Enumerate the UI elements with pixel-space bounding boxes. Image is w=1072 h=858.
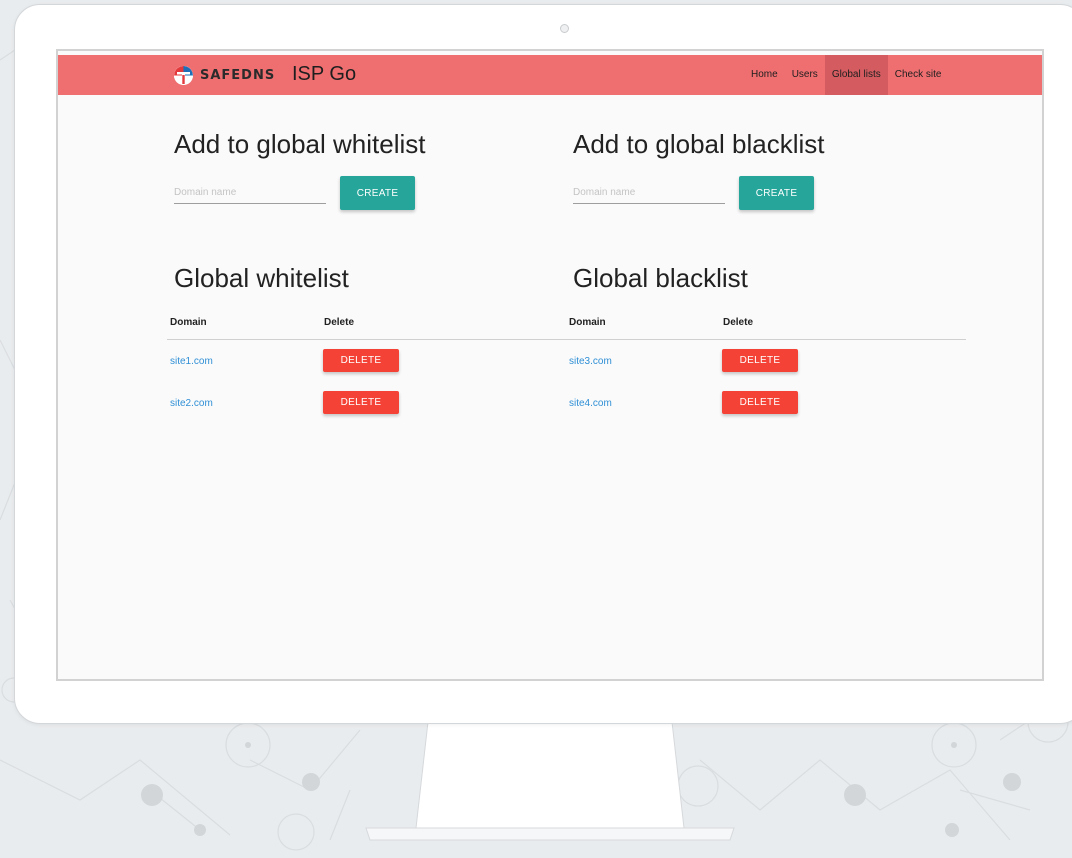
whitelist-form-heading: Add to global whitelist [174,129,426,159]
brand-logo-text: SAFEDNS [200,67,276,83]
webcam-dot [560,24,569,33]
nav-item-check-site[interactable]: Check site [888,55,949,95]
delete-button[interactable]: DELETE [323,391,399,414]
table-row: site4.com DELETE [566,382,966,424]
nav-item-home[interactable]: Home [744,55,785,95]
whitelist-domain-input[interactable] [174,181,326,204]
blacklist-form-heading: Add to global blacklist [573,129,825,159]
column-header-domain: Domain [170,317,207,328]
domain-link[interactable]: site1.com [170,356,213,367]
domain-link[interactable]: site4.com [569,398,612,409]
safedns-logo-icon [174,65,193,85]
app-screen: SAFEDNS ISP Go Home Users Global lists C… [56,49,1044,681]
table-row: site2.com DELETE [167,382,567,424]
delete-button[interactable]: DELETE [323,349,399,372]
domain-link[interactable]: site2.com [170,398,213,409]
table-row: site3.com DELETE [566,340,966,382]
domain-link[interactable]: site3.com [569,356,612,367]
table-header: Domain Delete [167,315,567,340]
column-header-domain: Domain [569,317,606,328]
whitelist-create-button[interactable]: CREATE [340,176,415,210]
column-header-delete: Delete [324,317,355,328]
nav-item-users[interactable]: Users [785,55,825,95]
blacklist-create-button[interactable]: CREATE [739,176,814,210]
app-title: ISP Go [292,63,357,85]
blacklist-heading: Global blacklist [573,263,748,293]
nav-item-global-lists[interactable]: Global lists [824,55,888,95]
brand-logo[interactable]: SAFEDNS [174,65,275,85]
table-row: site1.com DELETE [167,340,567,382]
delete-button[interactable]: DELETE [722,391,798,414]
column-header-delete: Delete [723,317,754,328]
navbar: SAFEDNS ISP Go Home Users Global lists C… [58,55,1042,95]
whitelist-table: Domain Delete site1.com DELETE site2.com… [167,315,567,424]
delete-button[interactable]: DELETE [722,349,798,372]
blacklist-domain-input[interactable] [573,181,725,204]
blacklist-table: Domain Delete site3.com DELETE site4.com… [566,315,966,424]
table-header: Domain Delete [566,315,966,340]
whitelist-heading: Global whitelist [174,263,349,293]
nav-menu: Home Users Global lists Check site [744,55,948,95]
